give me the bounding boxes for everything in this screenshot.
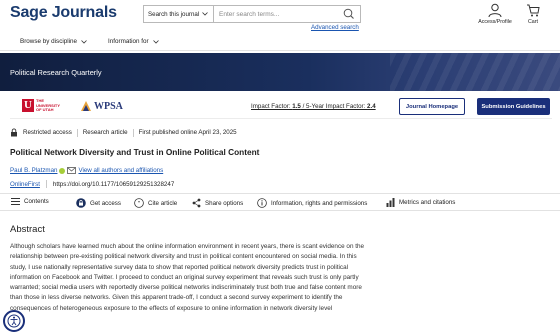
user-icon: [488, 3, 502, 18]
divider: [45, 180, 47, 188]
info-icon: [257, 198, 267, 208]
divider: [132, 128, 134, 137]
journal-info-strip: U THE UNIVERSITY OF UTAH WPSA Impact Fac…: [10, 95, 552, 119]
search-scope-select[interactable]: Search this journal: [144, 6, 214, 22]
author-line: Paul B. Platzman View all authors and af…: [10, 167, 163, 174]
article-tools-bar: Contents Get access " Cite article Share…: [0, 193, 560, 211]
article-title: Political Network Diversity and Trust in…: [10, 147, 260, 157]
top-header: Sage Journals Search this journal Enter …: [0, 0, 560, 52]
account-label: Access/Profile: [478, 19, 512, 25]
journal-banner: Political Research Quarterly: [0, 53, 560, 91]
publish-date: First published online April 23, 2025: [138, 129, 237, 136]
email-icon[interactable]: [67, 167, 77, 174]
tool-label: Metrics and citations: [399, 199, 456, 206]
view-all-authors-link[interactable]: View all authors and affiliations: [78, 167, 163, 174]
account-button[interactable]: Access/Profile: [473, 3, 517, 25]
cart-label: Cart: [527, 19, 538, 25]
tool-label: Information, rights and permissions: [271, 199, 368, 207]
tool-label: Contents: [24, 198, 49, 205]
search-icon[interactable]: [342, 7, 356, 21]
article-meta: Restricted access Research article First…: [10, 128, 237, 137]
accessibility-button[interactable]: [3, 310, 25, 332]
utah-logo-text: THE UNIVERSITY OF UTAH: [36, 98, 61, 112]
doi-link[interactable]: https://doi.org/10.1177/1065912925132824…: [53, 181, 174, 188]
impact-factor-link[interactable]: Impact Factor: 1.5 / 5-Year Impact Facto…: [251, 103, 376, 110]
accessibility-icon: [7, 314, 21, 328]
utah-u-icon: U: [22, 99, 34, 113]
chevron-down-icon: [202, 12, 209, 16]
site-logo[interactable]: Sage Journals: [10, 4, 117, 22]
orcid-icon[interactable]: [59, 167, 66, 174]
tool-label: Cite article: [148, 199, 178, 207]
advanced-search-link[interactable]: Advanced search: [311, 24, 359, 31]
nav-information-for[interactable]: Information for: [108, 38, 159, 45]
contents-button[interactable]: Contents: [11, 198, 49, 205]
bar-chart-icon: [386, 198, 395, 207]
abstract-heading: Abstract: [10, 224, 45, 235]
journal-homepage-button[interactable]: Journal Homepage: [399, 98, 465, 115]
share-icon: [192, 198, 201, 208]
divider: [76, 128, 78, 137]
journal-title[interactable]: Political Research Quarterly: [10, 68, 102, 77]
share-options-button[interactable]: Share options: [192, 198, 243, 208]
doi-line: OnlineFirst https://doi.org/10.1177/1065…: [10, 180, 174, 188]
search-bar: Search this journal Enter search terms..…: [143, 5, 361, 23]
university-of-utah-logo: U THE UNIVERSITY OF UTAH: [22, 98, 61, 113]
wpsa-text: WPSA: [94, 101, 123, 112]
get-access-button[interactable]: Get access: [76, 198, 121, 208]
metrics-citations-button[interactable]: Metrics and citations: [386, 198, 455, 207]
chevron-down-icon: [81, 39, 87, 44]
author-link[interactable]: Paul B. Platzman: [10, 167, 57, 174]
cart-button[interactable]: Cart: [522, 3, 544, 25]
cite-article-button[interactable]: " Cite article: [134, 198, 177, 208]
nav-browse-by-discipline[interactable]: Browse by discipline: [20, 38, 87, 45]
svg-text:": ": [138, 201, 141, 208]
nav-label: Browse by discipline: [20, 38, 78, 45]
tool-label: Get access: [90, 199, 121, 207]
quote-icon: ": [134, 198, 144, 208]
lock-icon: [76, 198, 86, 208]
search-input[interactable]: Enter search terms...: [214, 6, 342, 22]
nav-label: Information for: [108, 38, 149, 45]
wpsa-emblem-icon: [81, 101, 91, 111]
access-status: Restricted access: [23, 129, 72, 136]
abstract-text: Although scholars have learned much abou…: [10, 243, 365, 312]
lock-icon: [11, 128, 17, 137]
information-rights-button[interactable]: Information, rights and permissions: [257, 198, 367, 208]
tool-label: Share options: [205, 199, 244, 207]
wpsa-logo: WPSA: [80, 100, 123, 113]
menu-icon: [11, 198, 20, 205]
article-type: Research article: [82, 129, 128, 136]
discipline-nav: Browse by discipline Information for: [0, 35, 560, 51]
chevron-down-icon: [152, 39, 159, 44]
cart-icon: [527, 4, 540, 17]
search-scope-label: Search this journal: [148, 10, 200, 18]
submission-guidelines-button[interactable]: Submission Guidelines: [477, 98, 550, 115]
onlinefirst-link[interactable]: OnlineFirst: [10, 181, 40, 188]
